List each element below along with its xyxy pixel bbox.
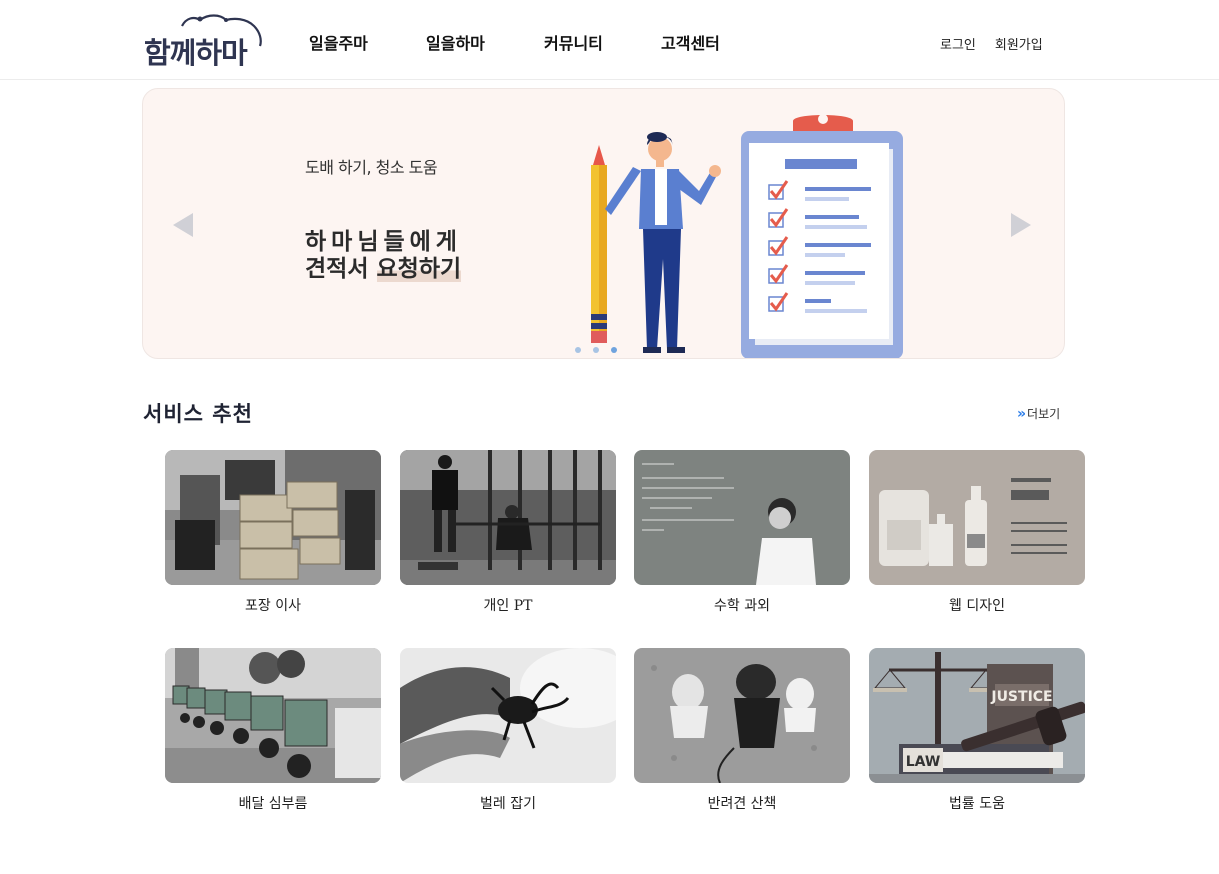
- main-nav: 일을주마 일을하마 커뮤니티 고객센터: [309, 30, 720, 54]
- banner-subtitle: 도배 하기, 청소 도움: [305, 158, 438, 177]
- more-link-label: 더보기: [1027, 407, 1061, 421]
- service-label: 반려견 산책: [707, 796, 777, 812]
- service-card-dog-walking[interactable]: 반려견 산책: [634, 648, 850, 813]
- service-thumbnail: JUSTICE LAW: [869, 648, 1085, 783]
- double-chevron-right-icon: »: [1017, 405, 1027, 422]
- banner-headline-line2: 견적서 요청하기: [305, 249, 462, 283]
- hero-banner[interactable]: 도배 하기, 청소 도움 하마님들에게 견적서 요청하기: [142, 88, 1065, 359]
- service-thumbnail: [400, 648, 616, 783]
- service-card-math-tutoring[interactable]: 수학 과외: [634, 450, 850, 615]
- signup-link[interactable]: 회원가입: [995, 34, 1043, 53]
- slide-indicators: [575, 347, 617, 353]
- svg-text:JUSTICE: JUSTICE: [990, 689, 1052, 705]
- service-label: 벌레 잡기: [480, 796, 536, 812]
- logo-text: 함께하마: [144, 36, 248, 70]
- service-thumbnail: [634, 450, 850, 585]
- nav-item-community[interactable]: 커뮤니티: [544, 30, 661, 54]
- service-label: 법률 도움: [949, 796, 1005, 812]
- nav-item-give-work[interactable]: 일을주마: [309, 30, 426, 54]
- service-card-bug-removal[interactable]: 벌레 잡기: [400, 648, 616, 813]
- service-label: 포장 이사: [245, 598, 301, 614]
- svg-text:LAW: LAW: [906, 754, 941, 770]
- service-thumbnail: [634, 648, 850, 783]
- service-thumbnail: [869, 450, 1085, 585]
- service-label: 배달 심부름: [238, 796, 308, 812]
- banner-headline-plain: 견적서: [305, 256, 377, 282]
- service-label: 웹 디자인: [949, 598, 1005, 614]
- service-card-web-design[interactable]: 웹 디자인: [869, 450, 1085, 615]
- service-card-legal-help[interactable]: JUSTICE LAW 법률 도움: [869, 648, 1085, 813]
- prev-slide-button[interactable]: [171, 211, 195, 239]
- service-label: 수학 과외: [714, 598, 770, 614]
- slide-dot-1[interactable]: [575, 347, 581, 353]
- next-slide-button[interactable]: [1009, 211, 1033, 239]
- more-link[interactable]: » 더보기: [1017, 405, 1060, 422]
- nav-item-do-work[interactable]: 일을하마: [426, 30, 544, 54]
- service-label: 개인 PT: [483, 598, 533, 614]
- service-thumbnail: [165, 648, 381, 783]
- service-card-moving[interactable]: 포장 이사: [165, 450, 381, 615]
- arrow-left-icon: [173, 213, 193, 237]
- service-thumbnail: [165, 450, 381, 585]
- section-title: 서비스 추천: [143, 402, 253, 426]
- service-thumbnail: [400, 450, 616, 585]
- arrow-right-icon: [1011, 213, 1031, 237]
- nav-item-support[interactable]: 고객센터: [661, 30, 720, 54]
- site-logo[interactable]: 함께하마: [142, 12, 266, 70]
- slide-dot-2[interactable]: [593, 347, 599, 353]
- service-card-delivery[interactable]: 배달 심부름: [165, 648, 381, 813]
- checklist-illustration: [591, 114, 903, 358]
- banner-headline-highlight: 요청하기: [376, 256, 462, 282]
- site-header: 함께하마 일을주마 일을하마 커뮤니티 고객센터 로그인 회원가입: [0, 0, 1219, 80]
- login-link[interactable]: 로그인: [940, 34, 976, 53]
- slide-dot-3[interactable]: [611, 347, 617, 353]
- auth-links: 로그인 회원가입: [940, 34, 1043, 53]
- service-card-personal-training[interactable]: 개인 PT: [400, 450, 616, 615]
